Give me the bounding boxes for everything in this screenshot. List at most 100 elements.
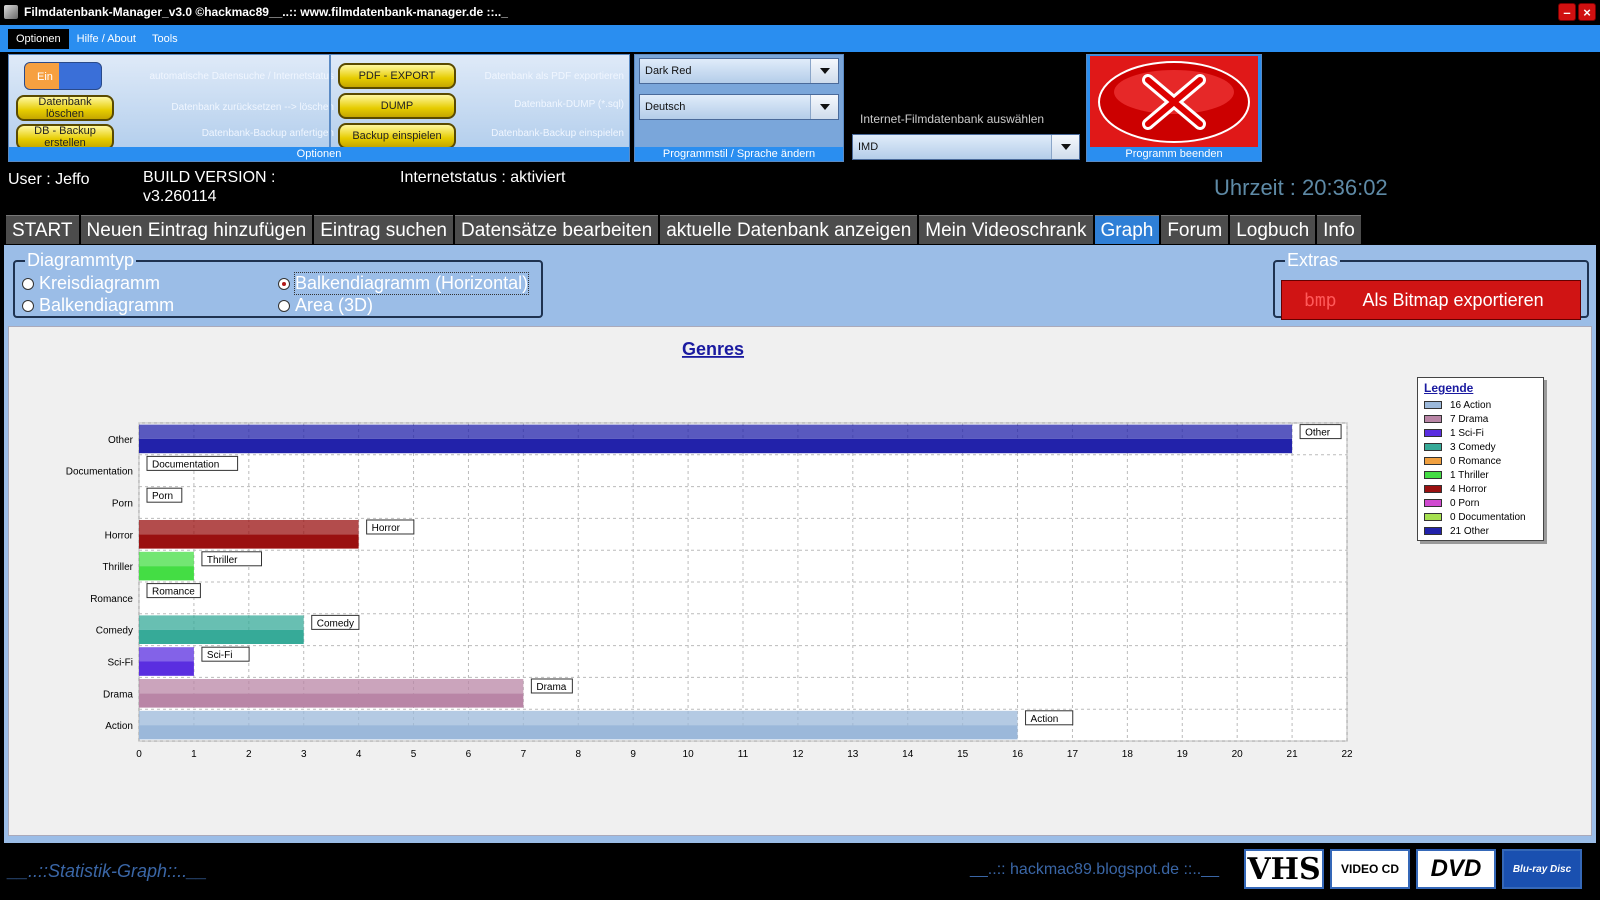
tab-graph[interactable]: Graph	[1094, 215, 1160, 244]
bar	[139, 725, 1018, 740]
x-tick-label: 16	[1012, 749, 1024, 760]
legend-label: 0 Romance	[1450, 455, 1502, 467]
restore-backup-button[interactable]: Backup einspielen	[338, 123, 456, 149]
bar-shade	[139, 424, 1293, 439]
x-tick-label: 13	[847, 749, 859, 760]
radio-dot	[278, 299, 290, 312]
data-label-text: Action	[1031, 714, 1059, 725]
legend-item: 16 Action	[1418, 398, 1543, 412]
data-label-text: Other	[1305, 428, 1331, 439]
x-tick-label: 11	[738, 749, 749, 760]
data-label-text: Comedy	[317, 618, 354, 629]
bar-shade	[139, 615, 304, 630]
radio-dot	[278, 277, 290, 290]
x-tick-label: 2	[246, 749, 252, 760]
data-label: Other	[1299, 424, 1342, 440]
menu-tools[interactable]: Tools	[144, 29, 186, 49]
y-tick-label: Comedy	[96, 626, 133, 637]
radio-bar[interactable]: Balkendiagramm	[22, 295, 174, 316]
genres-chart: Genres Action Drama Sci-Fi Comedy Romance Thr…	[66, 339, 1353, 760]
radio-bar-horizontal[interactable]: Balkendiagramm (Horizontal)	[278, 272, 530, 295]
footer-blog-text: __..:: hackmac89.blogspot.de ::..__	[970, 861, 1220, 878]
status-row: User : Jeffo BUILD VERSION : v3.260114 I…	[0, 165, 1600, 211]
tab-video-cabinet[interactable]: Mein Videoschrank	[919, 215, 1093, 244]
legend-swatch	[1424, 443, 1442, 451]
radio-pie[interactable]: Kreisdiagramm	[22, 273, 160, 294]
style-value: Dark Red	[645, 65, 692, 77]
bar	[139, 566, 194, 581]
y-tick-label: Horror	[105, 530, 134, 541]
diagram-type-title: Diagrammtyp	[25, 250, 137, 270]
internet-status: Internetstatus : aktiviert	[400, 169, 566, 186]
style-dropdown[interactable]: Dark Red	[639, 58, 839, 84]
legend-item: 1 Sci-Fi	[1418, 426, 1543, 440]
x-tick-label: 22	[1341, 749, 1353, 760]
chart-panel: Genres Action Drama Sci-Fi Comedy Romance Thr…	[8, 326, 1592, 836]
data-label: Thriller	[201, 551, 263, 567]
auto-search-toggle[interactable]: Ein	[24, 62, 102, 90]
chart-title: Genres	[682, 339, 744, 359]
x-tick-label: 8	[575, 749, 581, 760]
radio-area-label: Area (3D)	[295, 295, 374, 315]
legend-item: 0 Documentation	[1418, 510, 1543, 524]
imdb-dropdown[interactable]: IMD	[852, 134, 1080, 160]
radio-bar-label: Balkendiagramm	[39, 295, 175, 315]
bluray-logo: Blu-ray Disc	[1502, 849, 1582, 889]
tab-start[interactable]: START	[6, 215, 79, 244]
minimize-icon[interactable]: –	[1558, 3, 1576, 21]
bar-shade	[139, 678, 524, 694]
exit-button[interactable]	[1090, 56, 1258, 148]
restore-text: Datenbank-Backup einspielen	[491, 128, 624, 139]
bar-shade	[139, 710, 1018, 726]
x-tick-label: 9	[630, 749, 636, 760]
tab-new-entry[interactable]: Neuen Eintrag hinzufügen	[80, 215, 313, 244]
dump-text: Datenbank-DUMP (*.sql)	[514, 99, 624, 110]
data-label: Action	[1025, 710, 1074, 726]
legend-label: 4 Horror	[1450, 483, 1487, 495]
menu-hilfe-about[interactable]: Hilfe / About	[69, 29, 144, 49]
chevron-down-icon	[1051, 135, 1079, 159]
tab-forum[interactable]: Forum	[1161, 215, 1229, 244]
legend-swatch	[1424, 429, 1442, 437]
export-bitmap-button[interactable]: bmp Als Bitmap exportieren	[1281, 280, 1581, 320]
legend-swatch	[1424, 499, 1442, 507]
legend-label: 0 Documentation	[1450, 511, 1526, 523]
delete-db-button[interactable]: Datenbank löschen	[16, 95, 114, 121]
x-tick-label: 3	[301, 749, 307, 760]
toggle-label: Ein	[37, 71, 53, 83]
legend-title: Legende	[1424, 381, 1474, 395]
y-tick-label: Action	[105, 721, 133, 732]
video-cd-logo: VIDEO CD	[1330, 849, 1410, 889]
close-icon[interactable]: ×	[1578, 3, 1596, 21]
tab-info[interactable]: Info	[1317, 215, 1361, 244]
y-tick-label: Drama	[103, 689, 133, 700]
tab-show-database[interactable]: aktuelle Datenbank anzeigen	[660, 215, 918, 244]
build-label: BUILD VERSION :	[143, 169, 276, 186]
menu-bar: Optionen Hilfe / About Tools	[0, 25, 1600, 52]
y-tick-label: Romance	[90, 594, 133, 605]
legend-swatch	[1424, 513, 1442, 521]
tab-logbook[interactable]: Logbuch	[1230, 215, 1316, 244]
legend-item: 0 Romance	[1418, 454, 1543, 468]
legend-label: 7 Drama	[1450, 413, 1489, 425]
pdf-export-button[interactable]: PDF - EXPORT	[338, 63, 456, 89]
data-label-text: Porn	[152, 491, 173, 502]
app-window: Filmdatenbank-Manager_v3.0 ©hackmac89__.…	[0, 0, 1600, 900]
menu-optionen[interactable]: Optionen	[8, 28, 69, 49]
data-label: Drama	[530, 678, 573, 694]
radio-barh-label: Balkendiagramm (Horizontal)	[293, 272, 530, 295]
tab-search[interactable]: Eintrag suchen	[314, 215, 453, 244]
legend-label: 21 Other	[1450, 525, 1489, 537]
bar-shade	[139, 647, 194, 662]
language-dropdown[interactable]: Deutsch	[639, 94, 839, 120]
tab-edit-records[interactable]: Datensätze bearbeiten	[455, 215, 659, 244]
x-tick-label: 14	[902, 749, 914, 760]
dump-button[interactable]: DUMP	[338, 93, 456, 119]
exit-caption: Programm beenden	[1087, 147, 1261, 161]
y-tick-label: Porn	[112, 499, 133, 510]
user-label: User : Jeffo	[8, 171, 90, 188]
radio-area[interactable]: Area (3D)	[278, 295, 373, 316]
backup-text: Datenbank-Backup anfertigen	[201, 128, 334, 139]
chevron-down-icon	[810, 95, 838, 119]
ribbon: Ein automatische Datensuche / Internetst…	[0, 52, 1600, 164]
